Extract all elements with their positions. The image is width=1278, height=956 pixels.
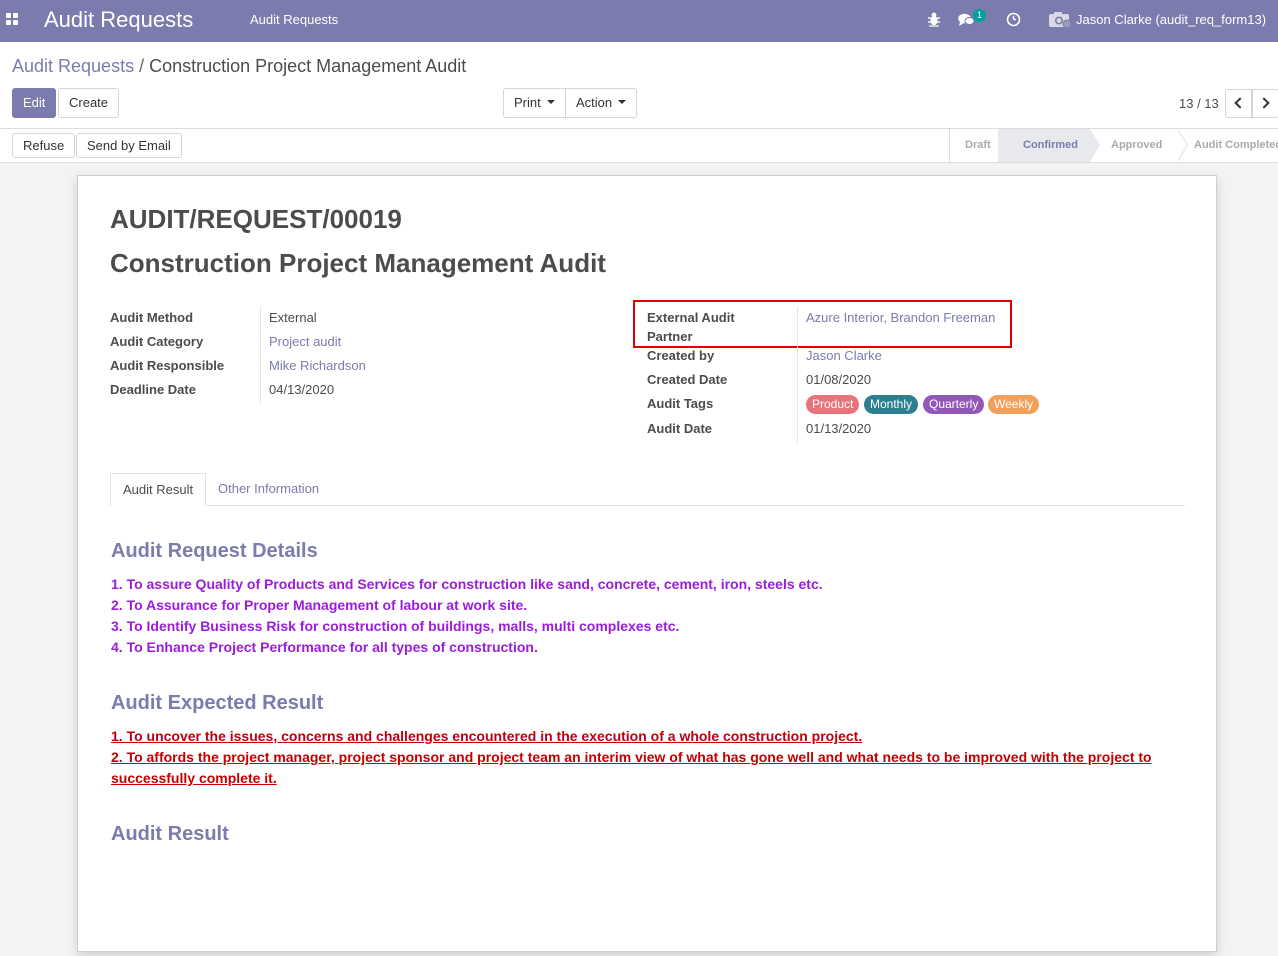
menu-audit-requests[interactable]: Audit Requests xyxy=(250,12,338,27)
create-button[interactable]: Create xyxy=(58,88,120,118)
breadcrumb-separator: / xyxy=(139,56,145,76)
audit-responsible-label: Audit Responsible xyxy=(110,358,225,373)
breadcrumb-parent[interactable]: Audit Requests xyxy=(12,56,134,76)
tab-other-information[interactable]: Other Information xyxy=(206,473,331,506)
expected-result-line: successfully complete it. xyxy=(111,770,277,786)
user-menu[interactable]: Jason Clarke (audit_req_form13) xyxy=(1076,12,1266,27)
status-step-audit-completed[interactable]: Audit Completed xyxy=(1188,129,1278,162)
tag-label: Weekly xyxy=(994,397,1034,411)
record-reference: AUDIT/REQUEST/00019 xyxy=(110,204,402,234)
apps-icon[interactable] xyxy=(6,13,20,27)
audit-category-link[interactable]: Project audit xyxy=(269,334,341,349)
details-line: 4. To Enhance Project Performance for al… xyxy=(111,639,538,655)
status-step-draft[interactable]: Draft xyxy=(950,129,998,162)
audit-tags-label: Audit Tags xyxy=(647,396,714,411)
deadline-date-value: 04/13/2020 xyxy=(269,382,335,397)
pager-next-button[interactable] xyxy=(1252,89,1278,118)
status-step-confirmed[interactable]: Confirmed xyxy=(998,129,1090,162)
audit-method-value: External xyxy=(269,310,317,325)
tag-label: Quarterly xyxy=(929,397,979,411)
print-label: Print xyxy=(514,95,541,110)
record-title: Construction Project Management Audit xyxy=(110,248,606,278)
audit-responsible-link[interactable]: Mike Richardson xyxy=(269,358,366,373)
status-steps: Draft Confirmed Approved Audit Completed xyxy=(949,129,1278,162)
chevron-left-icon xyxy=(1234,97,1246,109)
tag-label: Monthly xyxy=(870,397,913,411)
tag-weekly: Weekly xyxy=(988,395,1040,414)
audit-result-heading: Audit Result xyxy=(111,823,229,845)
created-date-label: Created Date xyxy=(647,372,728,387)
step-separator xyxy=(1177,129,1187,162)
edit-button[interactable]: Edit xyxy=(12,88,57,118)
created-date-value: 01/08/2020 xyxy=(806,372,872,387)
tag-monthly: Monthly xyxy=(864,395,919,414)
control-panel: Audit Requests / Construction Project Mana… xyxy=(0,42,1278,129)
audit-method-label: Audit Method xyxy=(110,310,194,325)
created-by-link[interactable]: Jason Clarke xyxy=(806,348,882,363)
chat-unread-badge: 1 xyxy=(973,9,986,22)
field-divider xyxy=(260,306,261,404)
audit-date-value: 01/13/2020 xyxy=(806,421,872,436)
highlight-box xyxy=(633,300,1012,348)
details-heading: Audit Request Details xyxy=(111,540,318,562)
print-dropdown[interactable]: Print xyxy=(503,88,566,118)
action-label: Action xyxy=(576,95,613,110)
send-by-email-button[interactable]: Send by Email xyxy=(76,133,182,158)
caret-down-icon xyxy=(546,99,555,104)
pager-previous-button[interactable] xyxy=(1225,89,1252,118)
breadcrumb-current: Construction Project Management Audit xyxy=(149,56,467,76)
audit-date-label: Audit Date xyxy=(647,421,712,436)
tag-quarterly: Quarterly xyxy=(923,395,985,414)
details-line: 2. To Assurance for Proper Management of… xyxy=(111,597,528,613)
bug-icon[interactable] xyxy=(927,11,941,27)
form-sheet: AUDIT/REQUEST/00019 Construction Project… xyxy=(77,175,1217,952)
camera-icon[interactable] xyxy=(1048,11,1072,29)
tag-product: Product xyxy=(806,395,860,414)
top-navbar: Audit Requests Audit Requests 1 Jason Cl… xyxy=(0,0,1278,42)
expected-result-line: 2. To affords the project manager, proje… xyxy=(111,749,1152,765)
pager-value[interactable]: 13 / 13 xyxy=(1179,96,1219,111)
chevron-right-icon xyxy=(1258,97,1270,109)
status-bar: Refuse Send by Email Draft Confirmed App… xyxy=(0,129,1278,163)
breadcrumb: Audit Requests / Construction Project Mana… xyxy=(12,56,466,77)
refuse-button[interactable]: Refuse xyxy=(12,133,76,158)
deadline-date-label: Deadline Date xyxy=(110,382,196,397)
action-dropdown[interactable]: Action xyxy=(565,88,638,118)
audit-category-label: Audit Category xyxy=(110,334,204,349)
status-step-approved[interactable]: Approved xyxy=(1100,129,1178,162)
expected-result-line: 1. To uncover the issues, concerns and c… xyxy=(111,728,863,744)
created-by-label: Created by xyxy=(647,348,715,363)
app-title: Audit Requests xyxy=(44,7,194,32)
caret-down-icon xyxy=(618,99,627,104)
notebook-tabs: Audit Result Other Information xyxy=(110,473,1185,506)
step-separator xyxy=(1090,129,1100,162)
details-line: 3. To Identify Business Risk for constru… xyxy=(111,618,680,634)
clock-icon[interactable] xyxy=(1006,12,1021,27)
tag-label: Product xyxy=(812,397,854,411)
field-divider xyxy=(797,306,798,443)
details-line: 1. To assure Quality of Products and Ser… xyxy=(111,576,823,592)
expected-result-heading: Audit Expected Result xyxy=(111,692,324,714)
tab-audit-result[interactable]: Audit Result xyxy=(110,473,207,506)
